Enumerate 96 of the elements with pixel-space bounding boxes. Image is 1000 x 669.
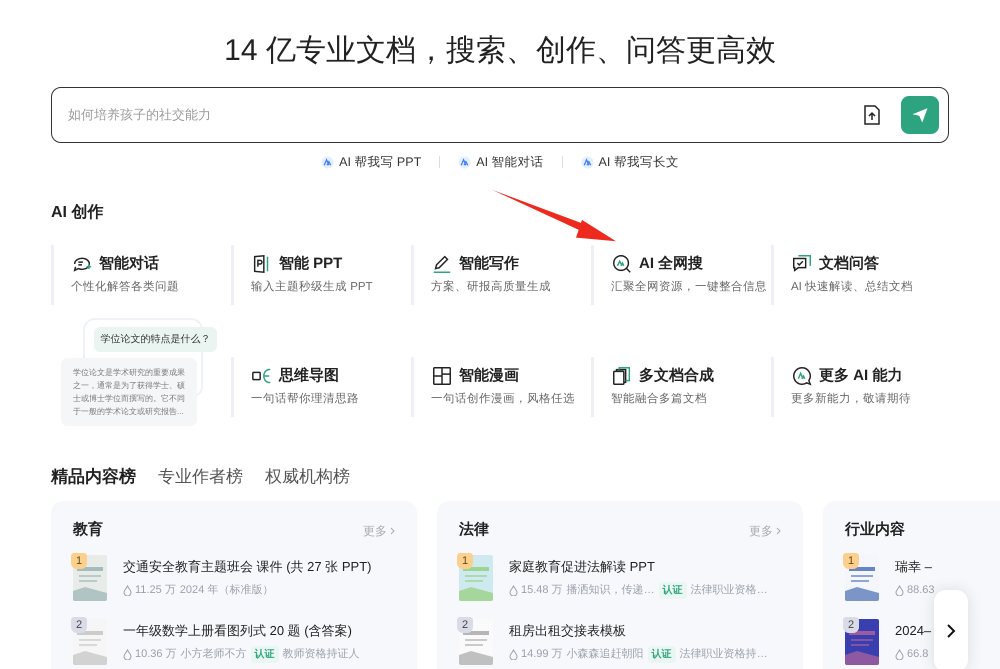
ai-logo-icon [580, 156, 594, 169]
document-title: 租房出租交接表模板 [509, 622, 627, 640]
search-icon [611, 253, 633, 276]
author-name: 2024 年（标准版） [180, 582, 274, 598]
tool-description: 智能融合多篇文档 [611, 392, 708, 408]
document-title: 交通安全教育主题班会 课件 (共 27 张 PPT) [123, 558, 372, 576]
rank-badge: 2 [71, 616, 87, 633]
documents-icon [611, 365, 633, 388]
send-icon [911, 106, 929, 124]
tool-description: 一句话创作漫画，风格任选 [431, 392, 576, 408]
verified-tag: 认证 [648, 646, 676, 662]
tool-description: 汇聚全网资源，一键整合信息 [611, 280, 768, 296]
ranking-tab[interactable]: 权威机构榜 [265, 464, 350, 490]
tool-description: 方案、研报高质量生成 [431, 279, 552, 296]
document-title: 家庭教育促进法解读 PPT [509, 558, 656, 576]
tool-title: 智能漫画 [459, 366, 519, 386]
tool-title: 智能 PPT [279, 254, 342, 274]
ai-logo-icon [321, 156, 334, 169]
pencil-icon [431, 253, 453, 276]
tool-card[interactable]: 文档问答 AI 快速解读、总结文档 [771, 244, 951, 305]
drop-icon [509, 584, 518, 596]
tool-title: AI 全网搜 [639, 254, 704, 274]
ranking-item[interactable]: 2 租房出租交接表模板 14.99 万 小森森追赶朝阳 认证 法律职业资格持… [459, 618, 781, 666]
author-credential: 教师资格持证人 [282, 646, 360, 662]
author-credential: 法律职业资格… [690, 582, 768, 598]
rank-badge: 1 [457, 552, 473, 569]
chevron-right-icon [776, 526, 781, 534]
document-title: 瑞幸 – [895, 558, 933, 576]
drop-icon [895, 584, 904, 596]
view-count: 66.8 [907, 646, 928, 662]
ai-logo-icon [458, 156, 472, 169]
drop-icon [123, 584, 132, 596]
ranking-item[interactable]: 2 2024– 66.8 [845, 618, 1000, 666]
ranking-item[interactable]: 1 交通安全教育主题班会 课件 (共 27 张 PPT) 11.25 万 2024 年（标准版） [73, 554, 395, 602]
verified-tag: 认证 [658, 582, 687, 598]
tool-title: 多文档合成 [639, 366, 714, 386]
tool-card[interactable]: 思维导图 一句话帮你理清思路 [231, 356, 411, 417]
tool-card[interactable]: 智能写作 方案、研报高质量生成 [411, 244, 591, 305]
view-count: 14.99 万 [521, 646, 563, 662]
tool-title: 文档问答 [819, 254, 879, 274]
ranking-item[interactable]: 1 家庭教育促进法解读 PPT 15.48 万 播洒知识，传递… 认证 法律职业资格… [459, 554, 781, 602]
tool-description: 一句话帮你理清思路 [251, 392, 360, 408]
tool-description: 输入主题秒级生成 PPT [251, 279, 374, 296]
tool-description: 个性化解答各类问题 [71, 280, 180, 296]
quick-link[interactable]: AI 帮我写 PPT [321, 153, 422, 172]
search-field[interactable]: 如何培养孩子的社交能力 [51, 87, 949, 143]
ai-chat-icon [791, 365, 813, 388]
card-title: 法律 [459, 520, 489, 540]
search-input[interactable]: 如何培养孩子的社交能力 [68, 105, 863, 125]
rank-badge: 2 [457, 616, 473, 633]
ranking-tab[interactable]: 精品内容榜 [51, 464, 136, 490]
chevron-right-icon [390, 526, 395, 534]
drop-icon [123, 648, 132, 660]
answer-preview: 学位论文是学术研究的重要成果之一，通常是为了获得学士、硕士或博士学位而撰写的。它不同于一般的学术论文或研究报告... [61, 358, 197, 426]
view-count: 10.36 万 [135, 646, 177, 662]
quick-link[interactable]: AI 帮我写长文 [580, 153, 679, 172]
rank-badge: 1 [843, 552, 859, 569]
comic-panel-icon [431, 365, 453, 388]
tool-card[interactable]: AI 全网搜 汇聚全网资源，一键整合信息 [591, 244, 771, 305]
tool-card[interactable]: 更多 AI 能力 更多新能力，敬请期待 [771, 356, 951, 417]
view-count: 88.63 [907, 582, 935, 598]
author-credential: 法律职业资格持… [680, 646, 768, 662]
tool-description: AI 快速解读、总结文档 [791, 280, 914, 296]
document-title: 一年级数学上册看图列式 20 题 (含答案) [123, 622, 353, 640]
page-headline: 14 亿专业文档，搜索、创作、问答更高效 [223, 33, 777, 69]
send-button[interactable] [901, 96, 939, 134]
tool-card[interactable]: 智能漫画 一句话创作漫画，风格任选 [411, 356, 591, 417]
view-count: 11.25 万 [135, 582, 176, 598]
tool-title: 智能写作 [459, 254, 519, 274]
drop-icon [895, 648, 904, 660]
upload-icon[interactable] [863, 105, 881, 125]
card-title: 行业内容 [845, 520, 905, 540]
section-title: AI 创作 [51, 202, 104, 223]
tool-description: 更多新能力，敬请期待 [791, 391, 912, 408]
ranking-item[interactable]: 1 瑞幸 – 88.63 [845, 554, 1000, 602]
tool-title: 更多 AI 能力 [819, 366, 902, 386]
view-count: 15.48 万 [521, 582, 563, 598]
rank-badge: 1 [71, 552, 87, 569]
author-name: 小方老师不方 [180, 646, 247, 662]
drop-icon [509, 648, 518, 660]
tool-title: 智能对话 [99, 254, 159, 274]
tool-card[interactable]: 智能对话 个性化解答各类问题 [51, 244, 231, 305]
tool-card[interactable]: 多文档合成 智能融合多篇文档 [591, 356, 771, 417]
question-bubble: 学位论文的特点是什么？ [94, 326, 217, 352]
chevron-right-icon [946, 623, 956, 639]
author-name: 小森森追赶朝阳 [566, 646, 644, 662]
rank-badge: 2 [843, 616, 859, 633]
verified-tag: 认证 [250, 646, 279, 662]
author-name: 播洒知识，传递… [566, 582, 655, 598]
document-title: 2024– [895, 622, 932, 640]
ranking-item[interactable]: 2 一年级数学上册看图列式 20 题 (含答案) 10.36 万 小方老师不方 认证 教师资格持证人 [73, 618, 395, 666]
tool-title: 思维导图 [279, 366, 339, 386]
tool-card[interactable]: 智能 PPT 输入主题秒级生成 PPT [231, 244, 411, 305]
card-title: 教育 [73, 520, 103, 540]
quick-link[interactable]: AI 智能对话 [458, 153, 544, 172]
ranking-tab[interactable]: 专业作者榜 [158, 464, 243, 490]
